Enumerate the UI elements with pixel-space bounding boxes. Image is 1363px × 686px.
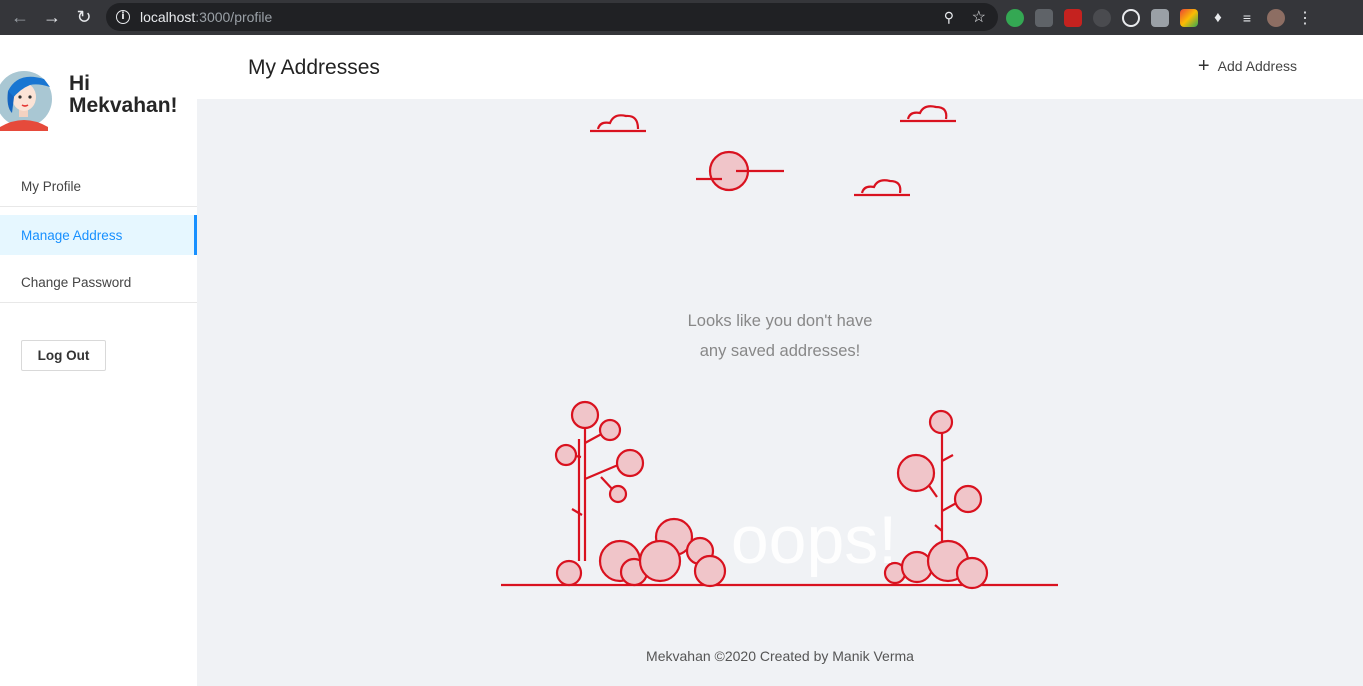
sidebar-menu: My Profile Manage Address Change Passwor…: [0, 167, 197, 311]
add-address-button[interactable]: + Add Address: [1197, 55, 1297, 77]
extension-gray-icon[interactable]: [1151, 8, 1169, 27]
browser-menu-icon[interactable]: ⋮: [1296, 9, 1314, 27]
browser-toolbar: ← → ↻ i localhost :3000/profile ⚲ ☆ ♦ ≡ …: [0, 0, 1363, 35]
bush-icon: [883, 539, 989, 590]
page-header: My Addresses + Add Address: [197, 35, 1363, 99]
extensions-puzzle-icon[interactable]: ♦: [1209, 9, 1227, 27]
extension-colorful-icon[interactable]: [1180, 8, 1198, 27]
cloud-icon: [900, 105, 956, 123]
tree-icon: [896, 409, 983, 559]
extension-red-icon[interactable]: [1064, 8, 1082, 27]
empty-state-message: Looks like you don't have any saved addr…: [580, 306, 980, 366]
extension-bug-icon[interactable]: [1093, 8, 1111, 27]
plus-icon: +: [1197, 55, 1210, 77]
extension-shield-icon[interactable]: [1035, 8, 1053, 27]
logout-button[interactable]: Log Out: [21, 340, 106, 371]
page-title: My Addresses: [248, 56, 380, 79]
url-path: :3000/profile: [195, 9, 273, 25]
reload-icon[interactable]: ↻: [68, 2, 100, 34]
bush-icon: [555, 517, 727, 588]
sidebar-item-manage-address[interactable]: Manage Address: [0, 215, 197, 255]
empty-state-line1: Looks like you don't have: [687, 312, 873, 330]
media-queue-icon[interactable]: ≡: [1238, 9, 1256, 27]
oops-text: oops!: [731, 502, 897, 578]
url-host: localhost: [140, 9, 196, 25]
sidebar: Hi Mekvahan! My Profile Manage Address C…: [0, 35, 197, 686]
address-bar[interactable]: i localhost :3000/profile ⚲ ☆: [106, 3, 998, 31]
cloud-icon: [854, 179, 910, 197]
empty-state-line2: any saved addresses!: [699, 342, 861, 360]
tree-icon: [554, 400, 645, 561]
sidebar-item-my-profile[interactable]: My Profile: [0, 167, 197, 207]
profile-avatar-icon[interactable]: [1267, 8, 1285, 27]
extensions-bar: ♦ ≡ ⋮: [1006, 0, 1314, 35]
add-address-label: Add Address: [1217, 58, 1297, 74]
key-icon[interactable]: ⚲: [944, 9, 954, 26]
extension-target-icon[interactable]: [1122, 8, 1140, 27]
back-icon[interactable]: ←: [4, 2, 36, 34]
sun-icon: [696, 150, 784, 192]
cloud-icon: [590, 114, 646, 133]
greeting-name: Mekvahan!: [69, 94, 178, 117]
footer: Mekvahan ©2020 Created by Manik Verma: [646, 648, 914, 664]
user-avatar: [0, 71, 52, 131]
greeting-hi: Hi: [69, 72, 90, 95]
info-icon[interactable]: i: [116, 10, 130, 24]
greeting: Hi Mekvahan!: [69, 73, 178, 117]
forward-icon[interactable]: →: [36, 2, 68, 34]
bookmark-star-icon[interactable]: ☆: [972, 7, 986, 27]
sidebar-item-change-password[interactable]: Change Password: [0, 263, 197, 303]
extension-green-icon[interactable]: [1006, 8, 1024, 27]
